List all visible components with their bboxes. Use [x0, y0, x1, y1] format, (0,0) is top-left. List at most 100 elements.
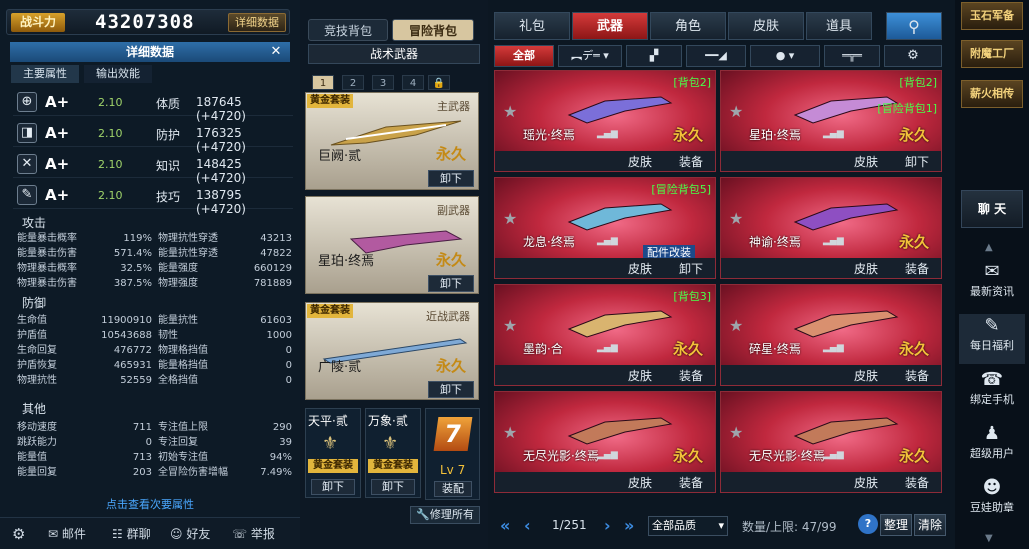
card-actions: 皮肤 装备 [495, 151, 715, 171]
skin-button[interactable]: 皮肤 [628, 474, 652, 491]
attr-value: 47822 [260, 248, 292, 259]
pistol-filter-icon[interactable]: ▞ [626, 45, 682, 67]
tab-character[interactable]: 角色 [650, 12, 726, 40]
knife-filter-icon[interactable]: ━━◢ [686, 45, 746, 67]
search-icon[interactable]: ⚲ [886, 12, 942, 40]
favorite-star-icon[interactable]: ★ [503, 102, 517, 121]
favorite-star-icon[interactable]: ★ [503, 316, 517, 335]
slot-secondary-weapon[interactable]: 副武器 星珀·终焉 永久 卸下 [305, 196, 479, 294]
repair-all-button[interactable]: 🔧修理所有 [410, 506, 480, 524]
equip-button[interactable]: 装配 [434, 481, 472, 497]
skin-button[interactable]: 皮肤 [854, 367, 878, 384]
sidebar-item[interactable]: ✉ 最新资讯 [959, 260, 1025, 310]
weapon-card[interactable]: ★ 神谕·终焉 ▂▄▆ 永久 皮肤 装备 [720, 177, 942, 279]
unequip-button[interactable]: 卸下 [428, 381, 474, 398]
skin-button[interactable]: 皮肤 [854, 474, 878, 491]
favorite-star-icon[interactable]: ★ [729, 423, 743, 442]
tab-competitive-bag[interactable]: 竞技背包 [308, 19, 388, 41]
unequip-button[interactable]: 卸下 [371, 479, 415, 495]
tab-main-attributes[interactable]: 主要属性 [11, 65, 79, 83]
slot-throwable-1[interactable]: 天平·贰 ⚜ 黄金套装 卸下 [305, 408, 361, 498]
favorite-star-icon[interactable]: ★ [503, 209, 517, 228]
scroll-up-icon[interactable]: ▲ [985, 242, 993, 253]
filter-all[interactable]: 全部 [494, 45, 554, 67]
chat-button[interactable]: 聊 天 [961, 190, 1023, 228]
group-chat-button[interactable]: ☷ 群聊 [112, 523, 151, 545]
close-icon[interactable]: ✕ [266, 44, 286, 60]
skin-button[interactable]: 皮肤 [854, 153, 878, 170]
view-secondary-attributes-link[interactable]: 点击查看次要属性 [10, 496, 290, 514]
equip-toggle-button[interactable]: 装备 [905, 367, 929, 384]
skin-button[interactable]: 皮肤 [628, 153, 652, 170]
tab-skin[interactable]: 皮肤 [728, 12, 804, 40]
loadout-tab-1[interactable]: 1 [312, 75, 334, 90]
weapon-card[interactable]: ★ 无尽光影·终焉 ▂▄▆ 永久 皮肤 装备 [494, 391, 716, 493]
detail-data-button[interactable]: 详细数据 [228, 13, 286, 32]
prev-page-icon[interactable]: ‹ [524, 516, 531, 535]
loadout-tab-2[interactable]: 2 [342, 75, 364, 90]
tab-props[interactable]: 道具 [806, 12, 872, 40]
sidebar-enchant-factory[interactable]: 附魔工厂 [961, 40, 1023, 68]
grenade-filter-icon[interactable]: ● ▾ [750, 45, 820, 67]
weapon-card[interactable]: ★ 无尽光影·终焉 ▂▄▆ 永久 皮肤 装备 [720, 391, 942, 493]
unequip-button[interactable]: 卸下 [311, 479, 355, 495]
favorite-star-icon[interactable]: ★ [729, 102, 743, 121]
slot-level-item[interactable]: 7 Lv 7 装配 [425, 408, 480, 500]
attr-label: 专注值上限 [158, 422, 208, 433]
skin-button[interactable]: 皮肤 [628, 367, 652, 384]
mail-button[interactable]: ✉ 邮件 [48, 523, 86, 545]
equip-toggle-button[interactable]: 装备 [679, 153, 703, 170]
next-page-icon[interactable]: › [604, 516, 611, 535]
slot-melee-weapon[interactable]: 黄金套装 近战武器 广陵·贰 永久 卸下 [305, 302, 479, 400]
favorite-star-icon[interactable]: ★ [729, 209, 743, 228]
equip-toggle-button[interactable]: 卸下 [679, 260, 703, 277]
help-button[interactable]: ? [858, 514, 878, 534]
weapon-card[interactable]: ★ [背包2] [冒险背包1] 星珀·终焉 ▂▄▆ 永久 皮肤 卸下 [720, 70, 942, 172]
sort-button[interactable]: 整理 [880, 514, 912, 536]
equip-toggle-button[interactable]: 装备 [679, 367, 703, 384]
tab-output-efficiency[interactable]: 输出效能 [84, 65, 152, 83]
report-button[interactable]: ☏ 举报 [232, 523, 275, 545]
sniper-filter-icon[interactable]: ═╦═ [824, 45, 880, 67]
sidebar-jade-armory[interactable]: 玉石军备 [961, 2, 1023, 30]
weapon-card[interactable]: ★ [冒险背包5] 龙息·终焉 ▂▄▆ 配件改装 皮肤 卸下 [494, 177, 716, 279]
unequip-button[interactable]: 卸下 [428, 170, 474, 187]
equip-toggle-button[interactable]: 装备 [679, 474, 703, 491]
tab-adventure-bag[interactable]: 冒险背包 [392, 19, 474, 41]
weapon-card[interactable]: ★ 碎星·终焉 ▂▄▆ 永久 皮肤 装备 [720, 284, 942, 386]
weapon-card[interactable]: ★ [背包2] 瑶光·终焉 ▂▄▆ 永久 皮肤 装备 [494, 70, 716, 172]
sidebar-item[interactable]: ☻ 豆娃助章 [959, 476, 1025, 526]
sidebar-item-label: 豆娃助章 [970, 501, 1014, 514]
sidebar-item[interactable]: ☎ 绑定手机 [959, 368, 1025, 418]
weapon-card[interactable]: ★ [背包3] 墨韵·合 ▂▄▆ 永久 皮肤 装备 [494, 284, 716, 386]
rifle-filter-icon[interactable]: ︻デ═ ▾ [558, 45, 622, 67]
loadout-tab-4[interactable]: 4 [402, 75, 424, 90]
sidebar-legacy[interactable]: 薪火相传 [961, 80, 1023, 108]
quality-select[interactable]: 全部品质 ▾ [648, 516, 728, 536]
slot-primary-weapon[interactable]: 黄金套装 主武器 巨阙·贰 永久 卸下 [305, 92, 479, 190]
sidebar-item[interactable]: ✎ 每日福利 [959, 314, 1025, 364]
skin-button[interactable]: 皮肤 [628, 260, 652, 277]
last-page-icon[interactable]: » [624, 516, 634, 535]
skin-button[interactable]: 皮肤 [854, 260, 878, 277]
friends-button[interactable]: ☺ 好友 [170, 523, 210, 545]
scroll-down-icon[interactable]: ▼ [985, 533, 993, 544]
attr-value: 0 [285, 345, 292, 356]
equip-toggle-button[interactable]: 卸下 [905, 153, 929, 170]
unequip-button[interactable]: 卸下 [428, 275, 474, 292]
favorite-star-icon[interactable]: ★ [729, 316, 743, 335]
gear-icon[interactable]: ⚙ [12, 523, 25, 545]
sidebar-item[interactable]: ♟ 超级用户 [959, 422, 1025, 472]
slot-throwable-2[interactable]: 万象·贰 ⚜ 黄金套装 卸下 [365, 408, 421, 498]
first-page-icon[interactable]: « [500, 516, 510, 535]
lock-icon[interactable]: 🔒 [428, 75, 450, 90]
clear-button[interactable]: 清除 [914, 514, 946, 536]
favorite-star-icon[interactable]: ★ [503, 423, 517, 442]
attr-value: 52559 [120, 375, 152, 386]
gear-icon[interactable]: ⚙ [884, 45, 942, 67]
loadout-tab-3[interactable]: 3 [372, 75, 394, 90]
equip-toggle-button[interactable]: 装备 [905, 260, 929, 277]
equip-toggle-button[interactable]: 装备 [905, 474, 929, 491]
tab-gift[interactable]: 礼包 [494, 12, 570, 40]
tab-weapon[interactable]: 武器 [572, 12, 648, 40]
